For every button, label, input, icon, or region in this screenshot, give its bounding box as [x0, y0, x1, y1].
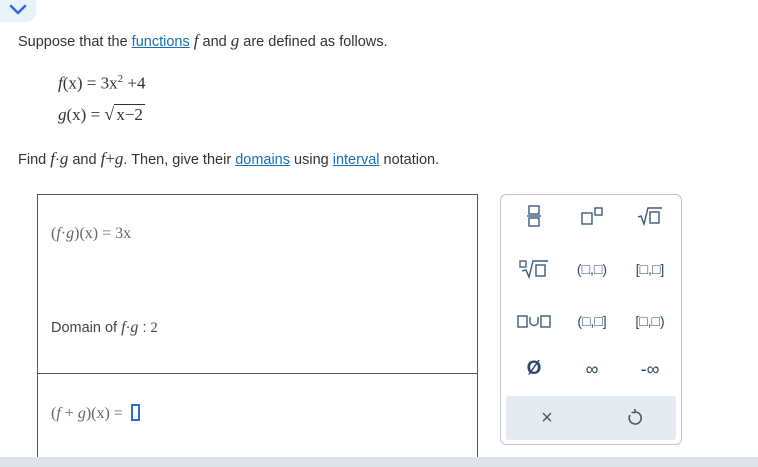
union-icon	[517, 315, 551, 328]
nth-root-button[interactable]	[507, 252, 561, 286]
g-def-body: (x) =	[66, 105, 105, 124]
domains-link[interactable]: domains	[235, 152, 290, 168]
find-end: notation.	[379, 152, 440, 168]
prompt-text-after: are defined as follows.	[239, 34, 388, 50]
open-open-interval-label: (□,□)	[576, 261, 608, 277]
problem-statement: Suppose that the functions f and g are d…	[18, 31, 388, 51]
sum-g: g	[77, 405, 86, 422]
answer-divider	[38, 373, 477, 374]
open-closed-interval-label: (□,□]	[577, 313, 607, 329]
open-open-interval-button[interactable]: (□,□)	[565, 252, 619, 286]
exponent-icon	[581, 207, 603, 225]
g-def-radicand: x−2	[114, 104, 145, 124]
infinity-icon: ∞	[585, 358, 599, 379]
prompt-text-before: Suppose that the	[18, 34, 132, 50]
functions-link[interactable]: functions	[132, 34, 190, 50]
union-button[interactable]	[507, 304, 561, 338]
find-expr2-op: +	[105, 149, 115, 168]
square-root-icon	[637, 207, 662, 226]
close-icon: ×	[541, 406, 553, 429]
closed-open-interval-button[interactable]: [□,□)	[623, 304, 677, 338]
f-definition: f(x) = 3x2 +4	[58, 73, 146, 94]
undo-icon	[628, 409, 642, 425]
f-def-body: (x) = 3x	[62, 73, 118, 93]
find-lead: Find	[18, 152, 51, 168]
find-using: using	[290, 152, 333, 168]
empty-set-icon: Ø	[526, 358, 542, 379]
palette-actions: ×	[506, 396, 676, 440]
prompt-text-and: and	[198, 34, 231, 50]
domain-sep: :	[138, 320, 151, 336]
closed-closed-interval-label: [□,□]	[635, 261, 665, 277]
clear-button[interactable]: ×	[520, 401, 574, 435]
g-definition: g(x) = √ x−2	[58, 104, 145, 125]
footer-bar	[0, 457, 758, 467]
g-def-lhs: g	[58, 105, 67, 124]
domain-value: 2	[150, 320, 158, 336]
negative-infinity-icon: -∞	[640, 358, 660, 379]
fraction-button[interactable]	[507, 199, 561, 233]
product-answer[interactable]: (f·g)(x) = 3x	[51, 225, 131, 243]
domain-answer[interactable]: Domain of f·g : 2	[51, 319, 158, 337]
infinity-button[interactable]: ∞	[565, 352, 619, 386]
collapse-button[interactable]	[0, 0, 36, 22]
sum-close: )(x) =	[85, 405, 127, 422]
f-def-tail: +4	[123, 73, 146, 93]
sum-answer[interactable]: (f + g)(x) =	[51, 404, 140, 423]
product-g: g	[66, 225, 75, 242]
closed-open-interval-label: [□,□)	[635, 313, 665, 329]
sum-plus: +	[60, 405, 78, 422]
nth-root-icon	[519, 260, 548, 279]
answer-area: (f·g)(x) = 3x Domain of f·g : 2 (f + g)(…	[37, 194, 478, 457]
empty-set-button[interactable]: Ø	[507, 352, 561, 386]
sqrt-button[interactable]	[623, 199, 677, 233]
sqrt-symbol: √	[104, 104, 115, 124]
chevron-down-icon	[9, 4, 27, 15]
find-instruction: Find f·g and f+g. Then, give their domai…	[18, 149, 439, 169]
answer-input-cursor[interactable]	[130, 404, 140, 421]
find-mid: and	[68, 152, 101, 168]
fraction-icon	[527, 205, 541, 227]
undo-button[interactable]	[608, 401, 662, 435]
exponent-button[interactable]	[565, 199, 619, 233]
product-value: 3x	[115, 225, 132, 242]
negative-infinity-button[interactable]: -∞	[623, 352, 677, 386]
g-symbol: g	[230, 31, 240, 50]
open-closed-interval-button[interactable]: (□,□]	[565, 304, 619, 338]
find-then: . Then, give their	[123, 152, 236, 168]
domain-label: Domain of	[51, 320, 122, 336]
product-close: )(x) =	[74, 225, 116, 242]
interval-link[interactable]: interval	[333, 152, 380, 168]
closed-closed-interval-button[interactable]: [□,□]	[623, 252, 677, 286]
math-palette: (□,□) [□,□] (□,□] [□,□) Ø ∞ -∞ ×	[500, 194, 682, 445]
